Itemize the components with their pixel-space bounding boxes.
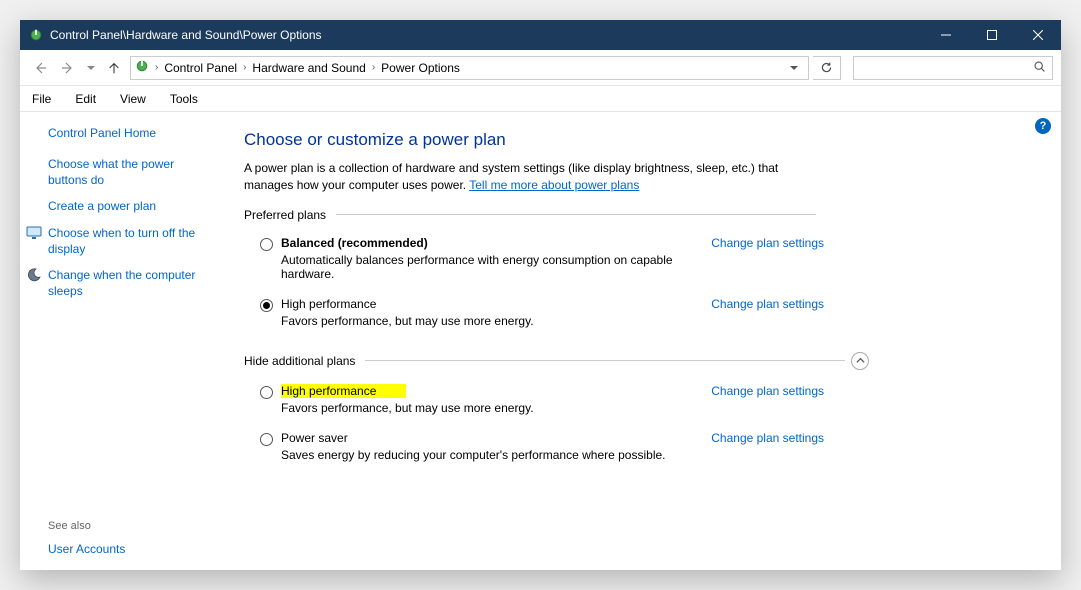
plan-description: Saves energy by reducing your computer's… — [281, 448, 699, 462]
preferred-plans-header: Preferred plans — [244, 208, 1033, 222]
forward-button[interactable] — [56, 56, 80, 80]
plan-description: Favors performance, but may use more ene… — [281, 401, 699, 415]
address-bar[interactable]: › Control Panel › Hardware and Sound › P… — [130, 56, 809, 80]
power-plan-row: High performance Favors performance, but … — [244, 380, 824, 427]
monitor-icon — [26, 225, 42, 241]
chevron-right-icon[interactable]: › — [372, 62, 375, 73]
plan-name[interactable]: Power saver — [281, 431, 699, 445]
plan-name[interactable]: High performance — [281, 297, 699, 311]
plan-description: Automatically balances performance with … — [281, 253, 699, 281]
sidebar-item-label: Choose what the power buttons do — [48, 157, 174, 187]
maximize-button[interactable] — [969, 20, 1015, 50]
titlebar: Control Panel\Hardware and Sound\Power O… — [20, 20, 1061, 50]
close-button[interactable] — [1015, 20, 1061, 50]
search-input[interactable] — [860, 61, 1033, 75]
breadcrumb-hardware-sound[interactable]: Hardware and Sound — [252, 61, 365, 75]
section-label: Hide additional plans — [244, 354, 355, 368]
divider — [336, 214, 816, 215]
content-area: ? Control Panel Home Choose what the pow… — [20, 112, 1061, 570]
plan-radio[interactable] — [260, 299, 273, 312]
menu-edit[interactable]: Edit — [71, 90, 100, 108]
sidebar-link-create-plan[interactable]: Create a power plan — [48, 198, 212, 214]
power-plan-row: Power saver Saves energy by reducing your… — [244, 427, 824, 474]
see-also-block: See also User Accounts — [48, 520, 212, 556]
user-accounts-link[interactable]: User Accounts — [48, 542, 212, 556]
recent-dropdown[interactable] — [84, 56, 98, 80]
search-icon[interactable] — [1033, 60, 1046, 76]
plan-body: High performance Favors performance, but … — [281, 384, 699, 415]
plan-radio[interactable] — [260, 386, 273, 399]
main-panel: Choose or customize a power plan A power… — [230, 112, 1061, 570]
moon-icon — [26, 267, 42, 283]
power-plan-row: High performance Favors performance, but … — [244, 293, 824, 340]
power-plan-row: Balanced (recommended) Automatically bala… — [244, 232, 824, 293]
control-panel-home-link[interactable]: Control Panel Home — [48, 126, 212, 140]
navbar: › Control Panel › Hardware and Sound › P… — [20, 50, 1061, 86]
page-description: A power plan is a collection of hardware… — [244, 160, 824, 194]
chevron-right-icon[interactable]: › — [155, 62, 158, 73]
back-button[interactable] — [28, 56, 52, 80]
page-heading: Choose or customize a power plan — [244, 130, 1033, 150]
breadcrumb-control-panel[interactable]: Control Panel — [164, 61, 237, 75]
sidebar: Control Panel Home Choose what the power… — [20, 112, 230, 570]
search-box[interactable] — [853, 56, 1053, 80]
help-icon[interactable]: ? — [1035, 118, 1051, 134]
plan-body: Balanced (recommended) Automatically bala… — [281, 236, 699, 281]
menu-tools[interactable]: Tools — [166, 90, 202, 108]
sidebar-link-power-buttons[interactable]: Choose what the power buttons do — [48, 156, 212, 188]
minimize-button[interactable] — [923, 20, 969, 50]
plan-body: Power saver Saves energy by reducing your… — [281, 431, 699, 462]
change-plan-settings-link[interactable]: Change plan settings — [711, 384, 824, 398]
breadcrumb-power-options[interactable]: Power Options — [381, 61, 460, 75]
additional-plans-header[interactable]: Hide additional plans — [244, 352, 1033, 370]
plan-description: Favors performance, but may use more ene… — [281, 314, 699, 328]
menubar: File Edit View Tools — [20, 86, 1061, 112]
divider — [365, 360, 845, 361]
plan-name[interactable]: Balanced (recommended) — [281, 236, 699, 250]
up-button[interactable] — [102, 56, 126, 80]
chevron-right-icon[interactable]: › — [243, 62, 246, 73]
collapse-icon[interactable] — [851, 352, 869, 370]
sidebar-item-label: Choose when to turn off the display — [48, 226, 195, 256]
window: Control Panel\Hardware and Sound\Power O… — [20, 20, 1061, 570]
preferred-plans-list: Balanced (recommended) Automatically bala… — [244, 232, 1033, 340]
menu-file[interactable]: File — [28, 90, 55, 108]
window-title: Control Panel\Hardware and Sound\Power O… — [50, 28, 322, 42]
additional-plans-list: High performance Favors performance, but … — [244, 380, 1033, 474]
plan-radio[interactable] — [260, 433, 273, 446]
learn-more-link[interactable]: Tell me more about power plans — [469, 178, 639, 192]
plan-radio[interactable] — [260, 238, 273, 251]
section-label: Preferred plans — [244, 208, 326, 222]
control-panel-icon — [135, 59, 149, 76]
plan-body: High performance Favors performance, but … — [281, 297, 699, 328]
refresh-button[interactable] — [813, 56, 841, 80]
change-plan-settings-link[interactable]: Change plan settings — [711, 236, 824, 250]
sidebar-link-display-off[interactable]: Choose when to turn off the display — [48, 225, 212, 257]
see-also-label: See also — [48, 520, 212, 532]
sidebar-item-label: Create a power plan — [48, 199, 156, 213]
sidebar-link-sleep[interactable]: Change when the computer sleeps — [48, 267, 212, 299]
power-options-icon — [28, 27, 44, 43]
sidebar-item-label: Change when the computer sleeps — [48, 268, 195, 298]
change-plan-settings-link[interactable]: Change plan settings — [711, 431, 824, 445]
address-dropdown[interactable] — [784, 61, 804, 75]
menu-view[interactable]: View — [116, 90, 150, 108]
change-plan-settings-link[interactable]: Change plan settings — [711, 297, 824, 311]
plan-name[interactable]: High performance — [281, 384, 699, 398]
